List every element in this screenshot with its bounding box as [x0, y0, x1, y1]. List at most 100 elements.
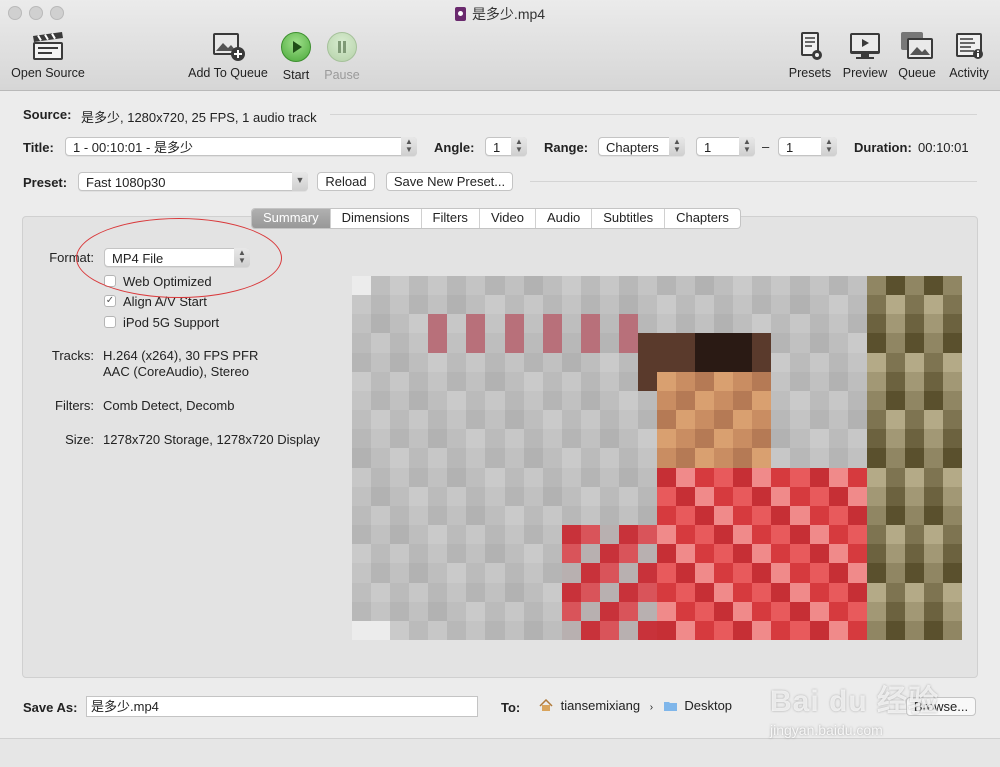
- preview-button[interactable]: Preview: [840, 30, 890, 80]
- tab-dimensions[interactable]: Dimensions: [331, 209, 422, 228]
- range-type-select[interactable]: Chapters ▲ ▼: [598, 137, 685, 156]
- preview-pixel: [790, 486, 810, 506]
- preview-pixel: [752, 467, 772, 487]
- preview-pixel: [904, 601, 924, 621]
- preview-pixel: [733, 582, 753, 602]
- align-av-checkbox[interactable]: ✓: [104, 295, 116, 307]
- preview-pixel: [942, 620, 962, 640]
- reload-button[interactable]: Reload: [317, 172, 375, 191]
- preview-pixel: [904, 467, 924, 487]
- preview-pixel: [828, 525, 848, 545]
- preview-pixel: [923, 525, 943, 545]
- preview-pixel: [885, 276, 905, 296]
- preview-pixel: [390, 563, 410, 583]
- tab-audio[interactable]: Audio: [536, 209, 593, 228]
- preview-pixel: [771, 448, 791, 468]
- preview-pixel: [942, 563, 962, 583]
- stepper-arrows-icon: ▲ ▼: [511, 137, 527, 156]
- add-to-queue-button[interactable]: Add To Queue: [184, 30, 272, 80]
- preview-pixel: [771, 333, 791, 353]
- preview-pixel: [904, 410, 924, 430]
- tab-chapters[interactable]: Chapters: [665, 209, 740, 228]
- preview-pixel: [695, 314, 715, 334]
- preview-pixel: [904, 525, 924, 545]
- preview-pixel: [676, 620, 696, 640]
- preview-pixel: [904, 390, 924, 411]
- preview-pixel: [866, 410, 886, 430]
- preview-pixel: [466, 486, 486, 506]
- save-new-preset-button[interactable]: Save New Preset...: [386, 172, 513, 191]
- preview-pixel: [657, 467, 677, 487]
- save-as-input[interactable]: 是多少.mp4: [86, 696, 478, 717]
- preview-pixel: [923, 505, 943, 526]
- range-start-value: 1: [704, 140, 712, 155]
- preview-pixel: [580, 525, 600, 545]
- range-start-select[interactable]: 1 ▲ ▼: [696, 137, 755, 156]
- preview-pixel: [523, 505, 543, 526]
- filters-value: Comb Detect, Decomb: [103, 398, 235, 413]
- ipod-support-checkbox[interactable]: [104, 316, 116, 328]
- preview-pixel: [771, 525, 791, 545]
- preview-pixel: [352, 601, 372, 621]
- range-end-select[interactable]: 1 ▲ ▼: [778, 137, 837, 156]
- preview-pixel: [866, 429, 886, 449]
- preview-pixel: [733, 333, 753, 353]
- tab-subtitles[interactable]: Subtitles: [592, 209, 666, 228]
- preview-pixel: [828, 563, 848, 583]
- presets-button[interactable]: Presets: [786, 30, 834, 80]
- preview-pixel: [885, 333, 905, 353]
- preview-pixel: [790, 371, 810, 391]
- tab-summary[interactable]: Summary: [252, 209, 331, 228]
- preview-pixel: [390, 601, 410, 621]
- preview-pixel: [637, 467, 657, 487]
- preview-pixel: [771, 410, 791, 430]
- preview-pixel: [752, 410, 772, 430]
- preview-pixel: [599, 601, 619, 621]
- preview-pixel: [580, 352, 600, 372]
- preview-pixel: [371, 620, 391, 640]
- save-as-label: Save As:: [23, 700, 78, 715]
- preview-pixel: [866, 544, 886, 564]
- preview-pixel: [542, 620, 562, 640]
- preview-pixel: [657, 544, 677, 564]
- tab-filters[interactable]: Filters: [422, 209, 480, 228]
- preview-pixel: [923, 333, 943, 353]
- preview-pixel: [618, 429, 638, 449]
- preview-pixel: [599, 582, 619, 602]
- title-select[interactable]: 1 - 00:10:01 - 是多少 ▲ ▼: [65, 137, 417, 156]
- add-to-queue-label: Add To Queue: [188, 66, 268, 80]
- preview-pixel: [828, 486, 848, 506]
- preview-pixel: [618, 333, 638, 353]
- open-source-button[interactable]: Open Source: [8, 30, 88, 80]
- preview-pixel: [942, 295, 962, 315]
- preview-pixel: [923, 486, 943, 506]
- preview-pixel: [371, 505, 391, 526]
- preview-pixel: [771, 563, 791, 583]
- tab-video[interactable]: Video: [480, 209, 536, 228]
- preview-pixel: [542, 276, 562, 296]
- start-button[interactable]: Start: [276, 30, 316, 82]
- preview-pixel: [828, 276, 848, 296]
- preview-pixel: [542, 371, 562, 391]
- preview-pixel: [371, 448, 391, 468]
- preview-pixel: [771, 314, 791, 334]
- queue-button[interactable]: Queue: [895, 30, 939, 80]
- preview-pixel: [714, 525, 734, 545]
- preview-pixel: [409, 505, 429, 526]
- pause-button[interactable]: Pause: [321, 30, 363, 82]
- preview-pixel: [447, 582, 467, 602]
- preview-pixel: [618, 410, 638, 430]
- preview-pixel: [428, 410, 448, 430]
- preset-select[interactable]: Fast 1080p30 ▼: [78, 172, 308, 191]
- preview-pixel: [409, 563, 429, 583]
- preview-pixel: [885, 467, 905, 487]
- preview-pixel: [561, 505, 581, 526]
- angle-select[interactable]: 1 ▲ ▼: [485, 137, 527, 156]
- preview-pixel: [580, 448, 600, 468]
- preview-pixel: [561, 620, 581, 640]
- preview-pixel: [618, 352, 638, 372]
- activity-button[interactable]: Activity: [944, 30, 994, 80]
- preview-pixel: [371, 390, 391, 411]
- preview-pixel: [733, 276, 753, 296]
- preview-pixel: [504, 620, 524, 640]
